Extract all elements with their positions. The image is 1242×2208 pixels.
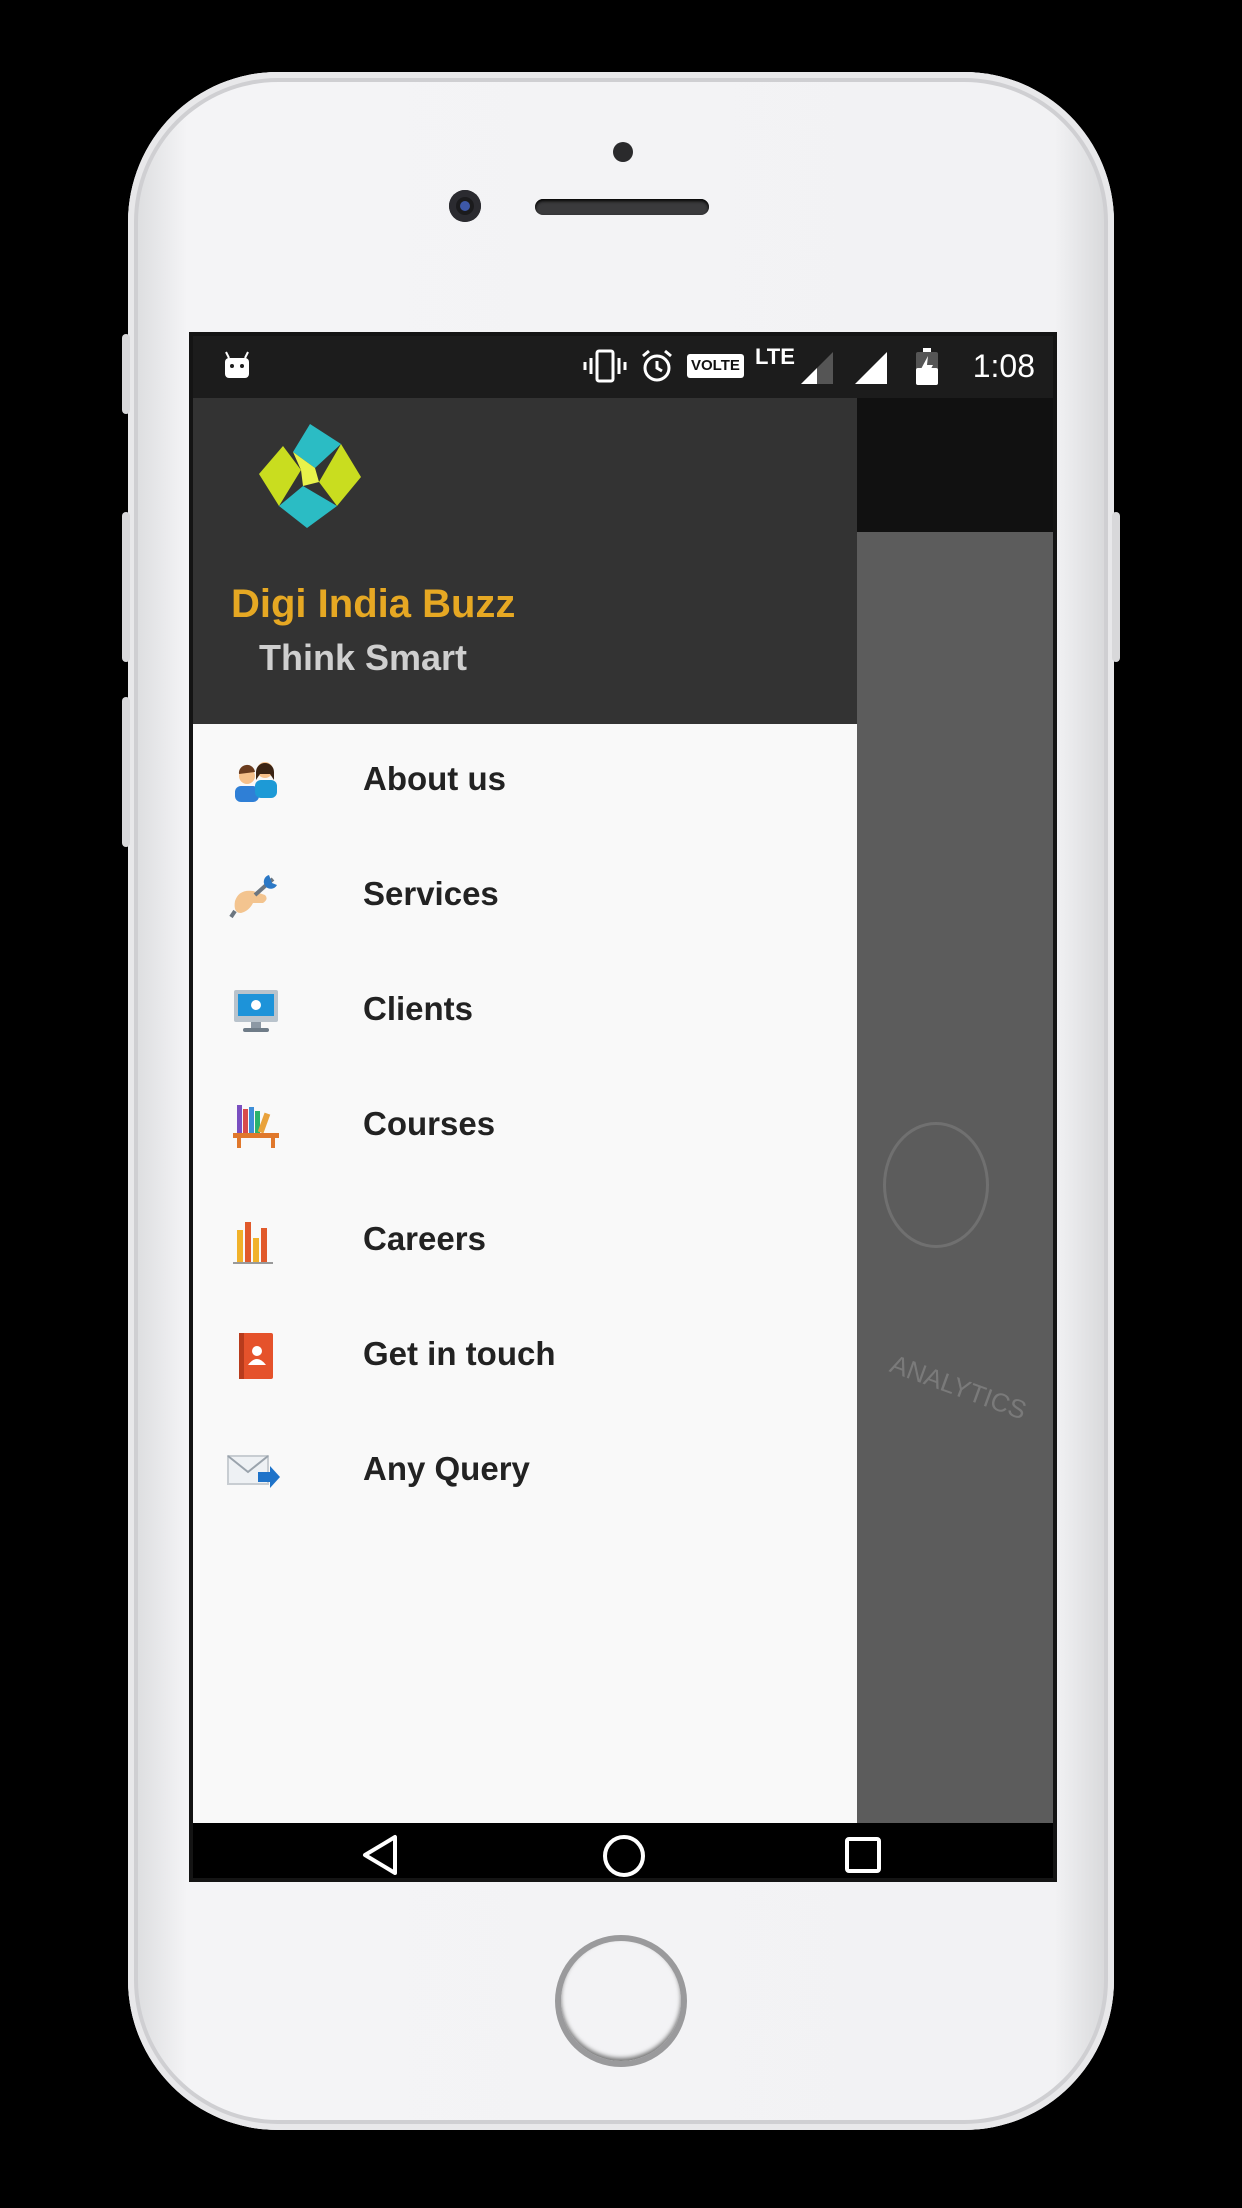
drawer-header: Digi India Buzz Think Smart xyxy=(193,398,857,724)
navigation-drawer: Digi India Buzz Think Smart About us Ser… xyxy=(193,398,857,1823)
power-button xyxy=(1112,512,1120,662)
vibrate-icon xyxy=(583,349,627,383)
lte-icon: LTE xyxy=(755,344,795,369)
volume-up-button xyxy=(122,512,130,662)
clock: 1:08 xyxy=(972,348,1035,384)
menu-item-courses[interactable]: Courses xyxy=(193,1069,857,1184)
back-icon[interactable] xyxy=(359,1833,403,1877)
menu-label-get-in-touch: Get in touch xyxy=(363,1335,556,1372)
battery-charging-icon xyxy=(916,348,938,385)
volte-icon: VOLTE xyxy=(687,354,744,378)
mail-forward-icon xyxy=(227,1455,280,1488)
alarm-icon xyxy=(642,349,672,382)
menu-item-services[interactable]: Services xyxy=(193,839,857,954)
recents-icon[interactable] xyxy=(843,1835,883,1875)
menu-label-about-us: About us xyxy=(363,760,506,797)
menu-label-careers: Careers xyxy=(363,1220,486,1257)
contact-book-icon xyxy=(239,1333,273,1379)
menu-item-any-query[interactable]: Any Query xyxy=(193,1414,857,1529)
volume-down-button xyxy=(122,697,130,847)
system-nav-bar xyxy=(193,1823,1053,1879)
background-art-text: ANALYTICS xyxy=(886,1348,1031,1426)
menu-label-courses: Courses xyxy=(363,1105,496,1142)
menu-item-about-us[interactable]: About us xyxy=(193,724,857,839)
pie-chart-illustration xyxy=(883,1122,989,1248)
brand-tagline: Think Smart xyxy=(259,637,468,678)
screen: VOLTE LTE 1:08 ANALYTICS Digi India Buzz… xyxy=(189,332,1057,1882)
bar-chart-icon xyxy=(233,1222,273,1264)
home-hardware-button[interactable] xyxy=(555,1935,687,2067)
menu-item-careers[interactable]: Careers xyxy=(193,1184,857,1299)
status-bar: VOLTE LTE 1:08 xyxy=(193,336,1053,398)
home-icon[interactable] xyxy=(601,1833,647,1879)
signal-full-icon xyxy=(855,352,887,384)
earpiece-speaker xyxy=(535,199,709,215)
wrench-hand-icon xyxy=(229,875,277,919)
monitor-icon xyxy=(234,990,278,1032)
android-notification-icon xyxy=(225,351,249,378)
brand-logo-icon xyxy=(259,424,361,528)
front-camera xyxy=(449,190,481,222)
menu-label-clients: Clients xyxy=(363,990,474,1027)
proximity-sensor xyxy=(613,142,633,162)
menu-label-services: Services xyxy=(363,875,499,912)
mute-switch xyxy=(122,334,130,414)
people-icon xyxy=(235,762,277,802)
menu-item-clients[interactable]: Clients xyxy=(193,954,857,1069)
menu-label-any-query: Any Query xyxy=(363,1450,530,1487)
brand-name: Digi India Buzz xyxy=(231,582,516,626)
signal-icon xyxy=(801,352,833,384)
menu-item-get-in-touch[interactable]: Get in touch xyxy=(193,1299,857,1414)
bookshelf-icon xyxy=(233,1105,279,1148)
